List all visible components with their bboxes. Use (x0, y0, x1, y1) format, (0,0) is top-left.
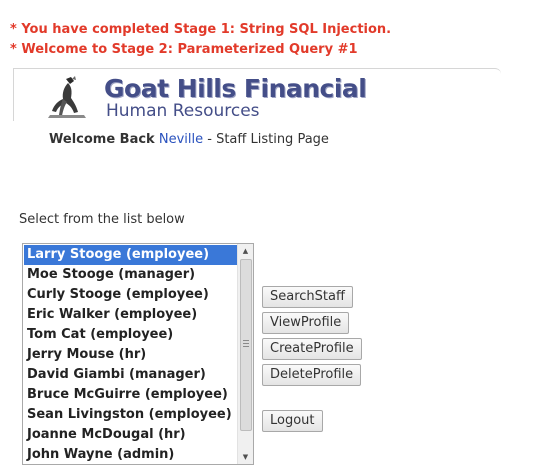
staff-list-option[interactable]: Joanne McDougal (hr) (24, 425, 238, 445)
staff-list-option[interactable]: Moe Stooge (manager) (24, 265, 238, 285)
staff-list-option[interactable]: David Giambi (manager) (24, 365, 238, 385)
staff-list-option[interactable]: Jerry Mouse (hr) (24, 345, 238, 365)
user-name-link[interactable]: Neville (159, 132, 203, 147)
staff-list-option[interactable]: Larry Stooge (employee) (24, 245, 238, 265)
staff-list-option[interactable]: John Wayne (admin) (24, 445, 238, 464)
staff-listbox[interactable]: Larry Stooge (employee) Moe Stooge (manag… (22, 243, 254, 465)
thumb-grip-line (243, 340, 249, 341)
staff-list-option[interactable]: Curly Stooge (employee) (24, 285, 238, 305)
brand-title: Goat Hills Financial (104, 74, 367, 103)
goat-logo-icon (48, 76, 86, 118)
thumb-grip-line (243, 346, 249, 347)
logout-button[interactable]: Logout (262, 410, 323, 432)
create-profile-button[interactable]: CreateProfile (262, 338, 362, 360)
staff-list-label: Select from the list below (19, 212, 185, 227)
scroll-down-arrow-icon[interactable]: ▼ (238, 450, 253, 464)
stage-completed-message: * You have completed Stage 1: String SQL… (10, 22, 392, 37)
search-staff-button[interactable]: SearchStaff (262, 286, 353, 308)
delete-profile-button[interactable]: DeleteProfile (262, 364, 362, 386)
welcome-line: Welcome Back Neville - Staff Listing Pag… (49, 132, 329, 147)
brand-subtitle: Human Resources (106, 101, 260, 121)
welcome-suffix: - Staff Listing Page (207, 132, 329, 147)
staff-list-option[interactable]: Sean Livingston (employee) (24, 405, 238, 425)
view-profile-button[interactable]: ViewProfile (262, 312, 350, 334)
staff-list-option[interactable]: Bruce McGuirre (employee) (24, 385, 238, 405)
listbox-scrollbar[interactable]: ▲ ▼ (237, 244, 253, 464)
staff-list-items: Larry Stooge (employee) Moe Stooge (manag… (24, 245, 238, 464)
scroll-thumb[interactable] (240, 259, 252, 431)
header-banner: Goat Hills Financial Human Resources (13, 68, 501, 121)
thumb-grip-line (243, 343, 249, 344)
staff-list-option[interactable]: Eric Walker (employee) (24, 305, 238, 325)
welcome-prefix: Welcome Back (49, 132, 155, 147)
staff-list-option[interactable]: Tom Cat (employee) (24, 325, 238, 345)
scroll-up-arrow-icon[interactable]: ▲ (238, 244, 253, 258)
stage-welcome-message: * Welcome to Stage 2: Parameterized Quer… (10, 42, 358, 57)
